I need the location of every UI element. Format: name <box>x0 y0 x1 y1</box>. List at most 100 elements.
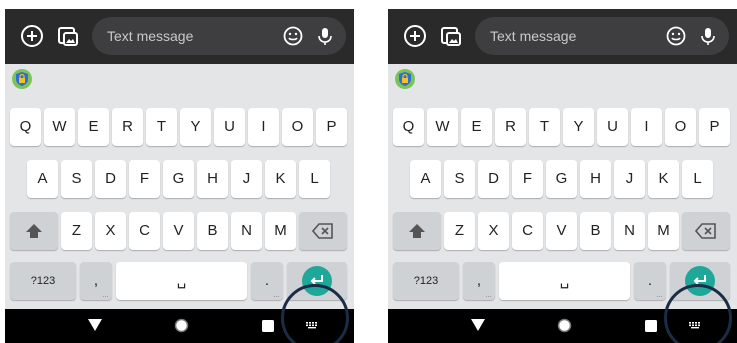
key-o[interactable]: O <box>282 108 313 146</box>
comma-label: , <box>93 272 99 289</box>
key-v[interactable]: V <box>546 212 577 250</box>
phone-screen-left: Text message Q W E R T Y U I O P A S D F… <box>5 0 354 343</box>
key-c[interactable]: C <box>512 212 543 250</box>
key-c[interactable]: C <box>129 212 160 250</box>
key-s[interactable]: S <box>444 160 475 198</box>
key-a[interactable]: A <box>410 160 441 198</box>
mic-icon[interactable] <box>697 25 719 47</box>
gallery-icon[interactable] <box>56 24 80 48</box>
space-key[interactable]: ␣ <box>116 262 247 300</box>
comma-key[interactable]: , … <box>80 262 112 300</box>
shift-icon <box>409 224 425 238</box>
recents-icon[interactable] <box>262 320 274 332</box>
key-h[interactable]: H <box>580 160 611 198</box>
key-g[interactable]: G <box>546 160 577 198</box>
comma-label: , <box>476 272 482 289</box>
recents-icon[interactable] <box>645 320 657 332</box>
space-key[interactable]: ␣ <box>499 262 630 300</box>
key-e[interactable]: E <box>78 108 109 146</box>
home-icon[interactable] <box>173 317 190 334</box>
key-p[interactable]: P <box>699 108 730 146</box>
key-j[interactable]: J <box>231 160 262 198</box>
text-message-input[interactable]: Text message <box>92 17 346 55</box>
shift-key[interactable] <box>393 212 441 250</box>
keyboard: Q W E R T Y U I O P A S D F G H J K L Z … <box>388 64 737 309</box>
key-w[interactable]: W <box>44 108 75 146</box>
key-f[interactable]: F <box>512 160 543 198</box>
key-s[interactable]: S <box>61 160 92 198</box>
key-g[interactable]: G <box>163 160 194 198</box>
key-x[interactable]: X <box>95 212 126 250</box>
key-z[interactable]: Z <box>61 212 92 250</box>
key-a[interactable]: A <box>27 160 58 198</box>
backspace-key[interactable] <box>299 212 347 250</box>
key-q[interactable]: Q <box>10 108 41 146</box>
key-o[interactable]: O <box>665 108 696 146</box>
key-m[interactable]: M <box>648 212 679 250</box>
period-key[interactable]: . … <box>251 262 283 300</box>
key-i[interactable]: I <box>248 108 279 146</box>
backspace-key[interactable] <box>682 212 730 250</box>
shift-key[interactable] <box>10 212 58 250</box>
back-icon[interactable] <box>87 318 103 332</box>
key-b[interactable]: B <box>197 212 228 250</box>
mic-icon[interactable] <box>314 25 336 47</box>
key-t[interactable]: T <box>146 108 177 146</box>
key-l[interactable]: L <box>299 160 330 198</box>
key-p[interactable]: P <box>316 108 347 146</box>
back-icon[interactable] <box>470 318 486 332</box>
period-more-hint: … <box>656 292 663 299</box>
key-w[interactable]: W <box>427 108 458 146</box>
highlight-circle <box>281 284 349 343</box>
key-n[interactable]: N <box>614 212 645 250</box>
key-l[interactable]: L <box>682 160 713 198</box>
key-d[interactable]: D <box>95 160 126 198</box>
text-message-placeholder: Text message <box>107 28 194 44</box>
key-k[interactable]: K <box>648 160 679 198</box>
key-i[interactable]: I <box>631 108 662 146</box>
key-n[interactable]: N <box>231 212 262 250</box>
keyboard: Q W E R T Y U I O P A S D F G H J K L Z … <box>5 64 354 309</box>
key-k[interactable]: K <box>265 160 296 198</box>
text-message-input[interactable]: Text message <box>475 17 729 55</box>
key-x[interactable]: X <box>478 212 509 250</box>
symbols-key[interactable]: ?123 <box>10 262 76 300</box>
key-y[interactable]: Y <box>180 108 211 146</box>
key-f[interactable]: F <box>129 160 160 198</box>
key-r[interactable]: R <box>112 108 143 146</box>
key-j[interactable]: J <box>614 160 645 198</box>
comma-more-hint: … <box>102 292 109 299</box>
key-r[interactable]: R <box>495 108 526 146</box>
message-composer: Text message <box>5 9 354 64</box>
key-z[interactable]: Z <box>444 212 475 250</box>
key-d[interactable]: D <box>478 160 509 198</box>
comma-key[interactable]: , … <box>463 262 495 300</box>
shield-lock-icon[interactable] <box>11 68 33 90</box>
top-strip <box>5 0 354 9</box>
key-t[interactable]: T <box>529 108 560 146</box>
shield-lock-icon[interactable] <box>394 68 416 90</box>
emoji-icon[interactable] <box>665 25 687 47</box>
emoji-icon[interactable] <box>282 25 304 47</box>
key-b[interactable]: B <box>580 212 611 250</box>
key-e[interactable]: E <box>461 108 492 146</box>
gallery-icon[interactable] <box>439 24 463 48</box>
key-u[interactable]: U <box>214 108 245 146</box>
add-icon[interactable] <box>403 24 427 48</box>
add-icon[interactable] <box>20 24 44 48</box>
key-v[interactable]: V <box>163 212 194 250</box>
period-label: . <box>647 272 653 289</box>
comma-more-hint: … <box>485 292 492 299</box>
backspace-icon <box>695 223 716 239</box>
symbols-key[interactable]: ?123 <box>393 262 459 300</box>
period-label: . <box>264 272 270 289</box>
key-u[interactable]: U <box>597 108 628 146</box>
key-y[interactable]: Y <box>563 108 594 146</box>
home-icon[interactable] <box>556 317 573 334</box>
top-strip <box>388 0 737 9</box>
text-message-placeholder: Text message <box>490 28 577 44</box>
key-h[interactable]: H <box>197 160 228 198</box>
key-q[interactable]: Q <box>393 108 424 146</box>
period-key[interactable]: . … <box>634 262 666 300</box>
key-m[interactable]: M <box>265 212 296 250</box>
